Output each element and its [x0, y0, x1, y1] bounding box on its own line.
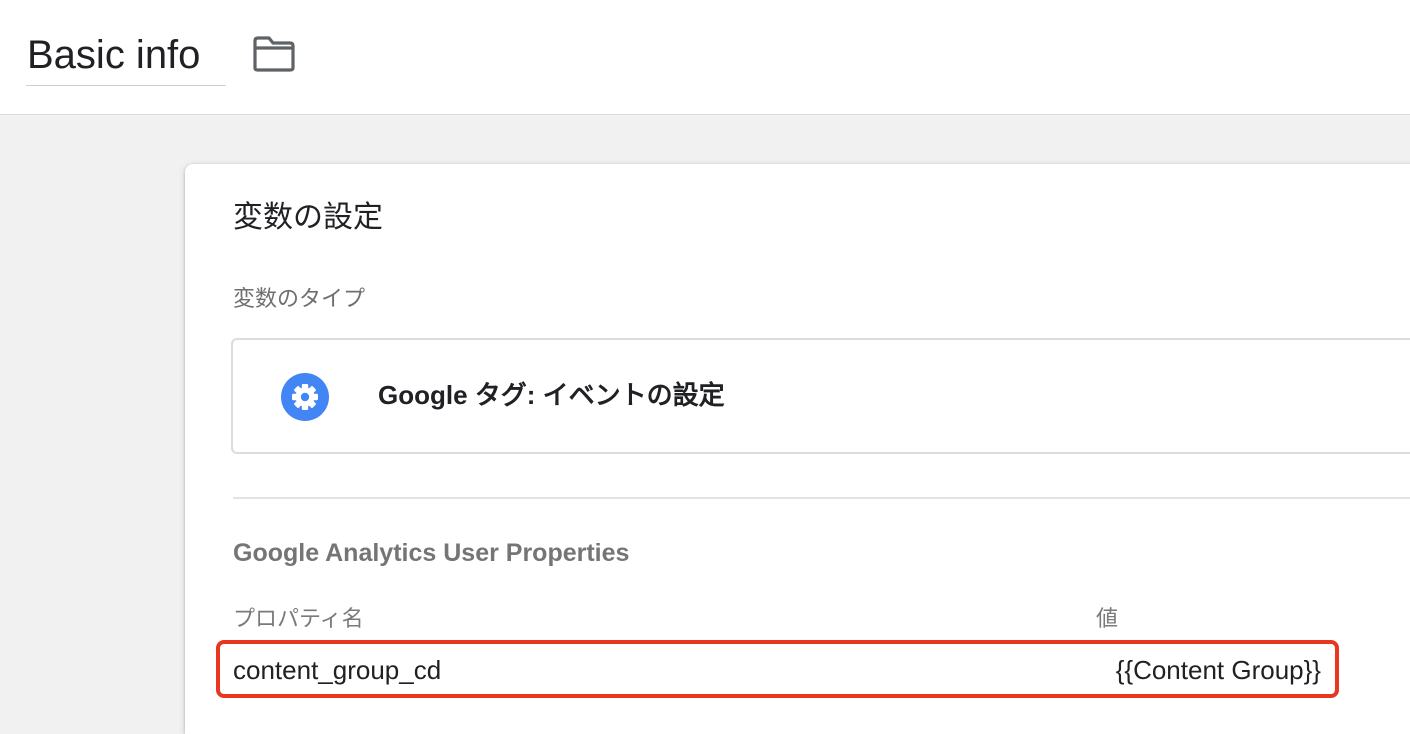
- user-properties-section-title: Google Analytics User Properties: [233, 539, 630, 567]
- folder-icon[interactable]: [252, 36, 296, 72]
- property-name-cell: content_group_cd: [233, 655, 442, 685]
- property-value-cell: {{Content Group}}: [1115, 655, 1321, 685]
- column-header-property-name: プロパティ名: [233, 606, 364, 631]
- variable-type-selector[interactable]: Google タグ: イベントの設定: [231, 338, 1410, 454]
- title-field[interactable]: Basic info: [26, 28, 226, 86]
- app-header: Basic info: [0, 0, 1410, 115]
- page-title[interactable]: Basic info: [27, 33, 200, 77]
- variable-type-name: Google タグ: イベントの設定: [378, 380, 725, 410]
- variable-type-label: 変数のタイプ: [233, 286, 366, 311]
- column-header-value: 値: [1096, 606, 1119, 631]
- section-divider: [233, 497, 1410, 499]
- variable-config-card: 変数の設定 変数のタイプ Google タグ: イベントの設定 Google A…: [185, 164, 1410, 734]
- gear-icon: [281, 373, 329, 421]
- table-row[interactable]: content_group_cd {{Content Group}}: [216, 640, 1339, 698]
- card-title: 変数の設定: [233, 201, 383, 234]
